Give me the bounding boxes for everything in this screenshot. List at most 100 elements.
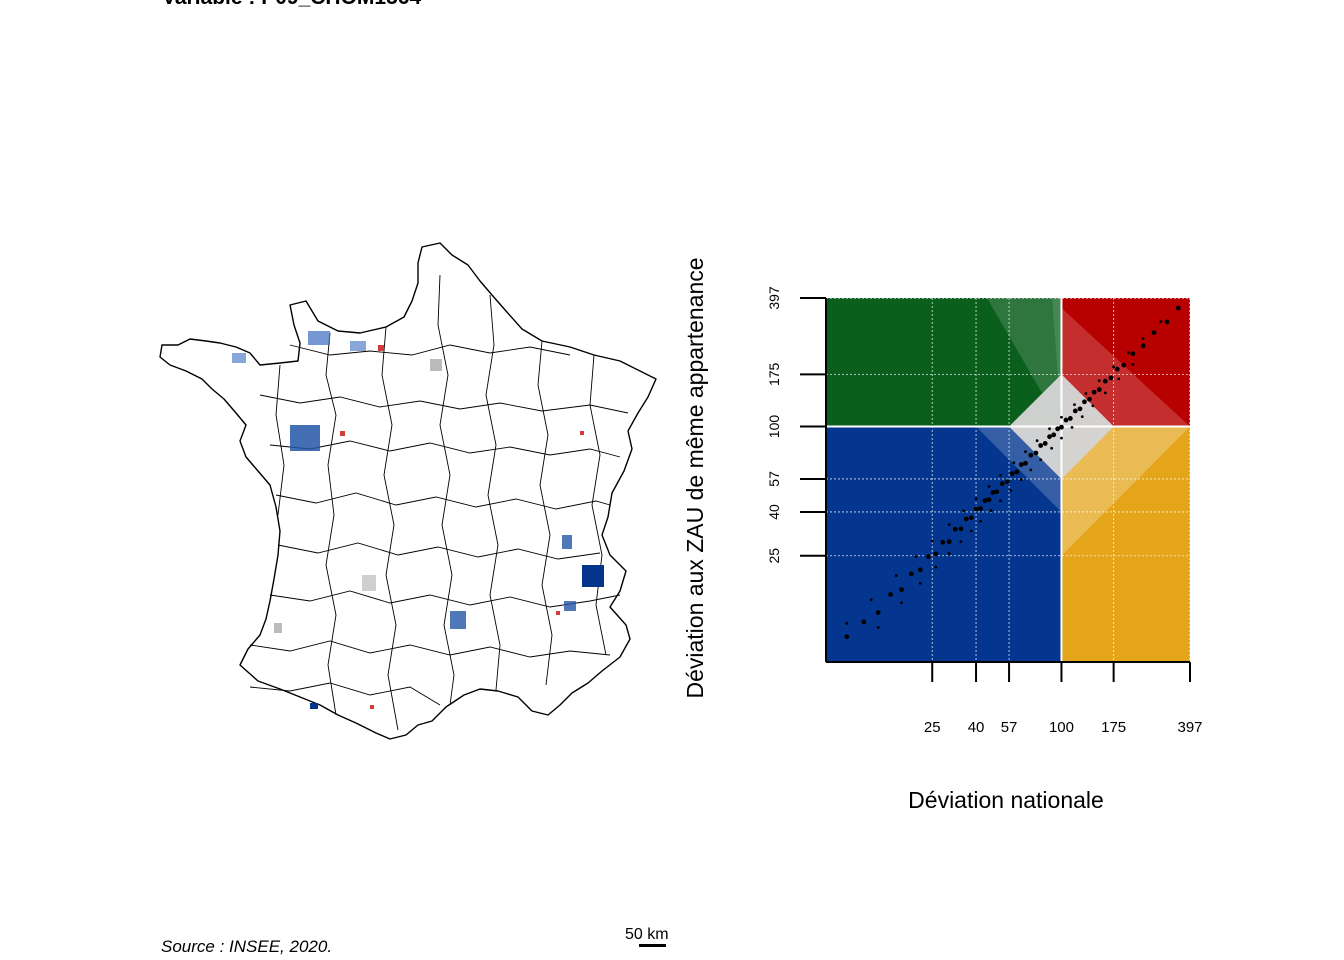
data-point <box>973 506 979 512</box>
x-tick-label: 25 <box>924 719 941 736</box>
y-tick-label: 40 <box>766 504 782 520</box>
data-point <box>1080 415 1084 419</box>
x-tick-label: 100 <box>1049 719 1074 736</box>
data-point <box>1082 399 1087 405</box>
deviation-plot: 25 40 57 100 175 397 25 40 57 100 175 397 Déviation… <box>682 257 1203 813</box>
data-point <box>952 526 958 532</box>
data-point <box>1159 320 1163 324</box>
data-point <box>1140 343 1146 349</box>
data-point <box>875 610 881 615</box>
data-point <box>946 539 952 545</box>
data-point <box>845 622 849 625</box>
data-point <box>989 509 993 512</box>
data-point <box>917 567 923 573</box>
y-tick-label: 397 <box>766 286 782 310</box>
data-point <box>1072 408 1078 414</box>
data-point <box>1126 351 1130 355</box>
data-point <box>1005 479 1010 484</box>
data-point <box>986 497 992 503</box>
data-point <box>947 523 951 527</box>
data-point <box>974 497 978 501</box>
data-point <box>1117 377 1121 381</box>
y-axis-label: Déviation aux ZAU de même appartenance <box>682 257 708 698</box>
data-point <box>962 509 965 513</box>
data-point <box>1112 365 1116 369</box>
data-point <box>1130 351 1136 357</box>
data-point <box>1050 446 1054 450</box>
y-tick-label: 25 <box>766 548 782 564</box>
data-point <box>1024 450 1027 454</box>
y-tick-label: 100 <box>766 415 782 439</box>
x-tick-label: 40 <box>968 719 985 736</box>
data-point <box>1121 362 1127 368</box>
data-point <box>1028 452 1034 458</box>
data-point <box>1073 403 1076 407</box>
data-point <box>1087 396 1092 402</box>
data-point <box>1012 461 1016 465</box>
data-point <box>1023 460 1028 466</box>
x-tick-label: 397 <box>1177 719 1202 736</box>
data-point <box>987 485 991 488</box>
data-point <box>1060 415 1063 419</box>
data-point <box>968 515 974 521</box>
data-point <box>982 498 988 503</box>
x-tick-label: 175 <box>1101 719 1126 736</box>
data-point <box>1047 434 1052 440</box>
data-point <box>999 499 1002 503</box>
data-point <box>918 581 922 585</box>
y-tick-label: 175 <box>766 362 782 386</box>
data-point <box>1038 443 1044 448</box>
data-point <box>1033 450 1039 456</box>
data-point <box>1042 441 1048 446</box>
data-point <box>914 555 918 558</box>
data-point <box>1102 378 1108 384</box>
scale-bar <box>639 944 666 947</box>
data-point <box>1151 330 1157 335</box>
data-point <box>999 481 1005 487</box>
x-tick-label: 57 <box>1001 719 1018 736</box>
data-point <box>876 625 880 629</box>
data-point <box>844 634 850 640</box>
data-point <box>933 551 939 557</box>
data-point <box>1096 387 1102 393</box>
data-point <box>1091 389 1097 395</box>
data-point <box>1108 375 1114 381</box>
scale-label: 50 km <box>625 926 669 943</box>
data-point <box>1141 337 1145 340</box>
data-point <box>1097 379 1101 383</box>
data-point <box>1091 404 1095 408</box>
data-point <box>1063 417 1069 423</box>
data-point <box>899 587 904 592</box>
data-point <box>861 619 867 625</box>
data-point <box>969 529 973 533</box>
data-point <box>1051 432 1057 438</box>
y-tick-label: 57 <box>766 471 782 487</box>
data-point <box>900 601 903 605</box>
data-point <box>930 539 934 543</box>
data-point <box>1077 406 1083 412</box>
data-point <box>1009 471 1015 477</box>
data-point <box>979 519 982 523</box>
data-point <box>1060 436 1063 440</box>
data-point <box>1067 416 1073 421</box>
data-point <box>894 574 898 578</box>
data-point <box>926 554 931 559</box>
data-point <box>1070 425 1074 429</box>
data-point <box>959 540 963 544</box>
data-point <box>869 598 873 602</box>
data-point <box>1059 424 1064 430</box>
data-point <box>1018 462 1024 467</box>
data-point <box>1009 489 1013 492</box>
data-point <box>888 592 894 597</box>
data-point <box>1175 305 1181 311</box>
data-point <box>1131 362 1135 366</box>
x-axis-label: Déviation nationale <box>908 787 1104 813</box>
data-point <box>947 552 951 555</box>
data-point <box>934 565 938 569</box>
data-point <box>1039 458 1043 462</box>
data-point <box>909 571 914 577</box>
data-point <box>963 516 969 522</box>
data-point <box>1035 439 1039 443</box>
data-point <box>1084 392 1088 395</box>
data-point <box>940 539 946 545</box>
